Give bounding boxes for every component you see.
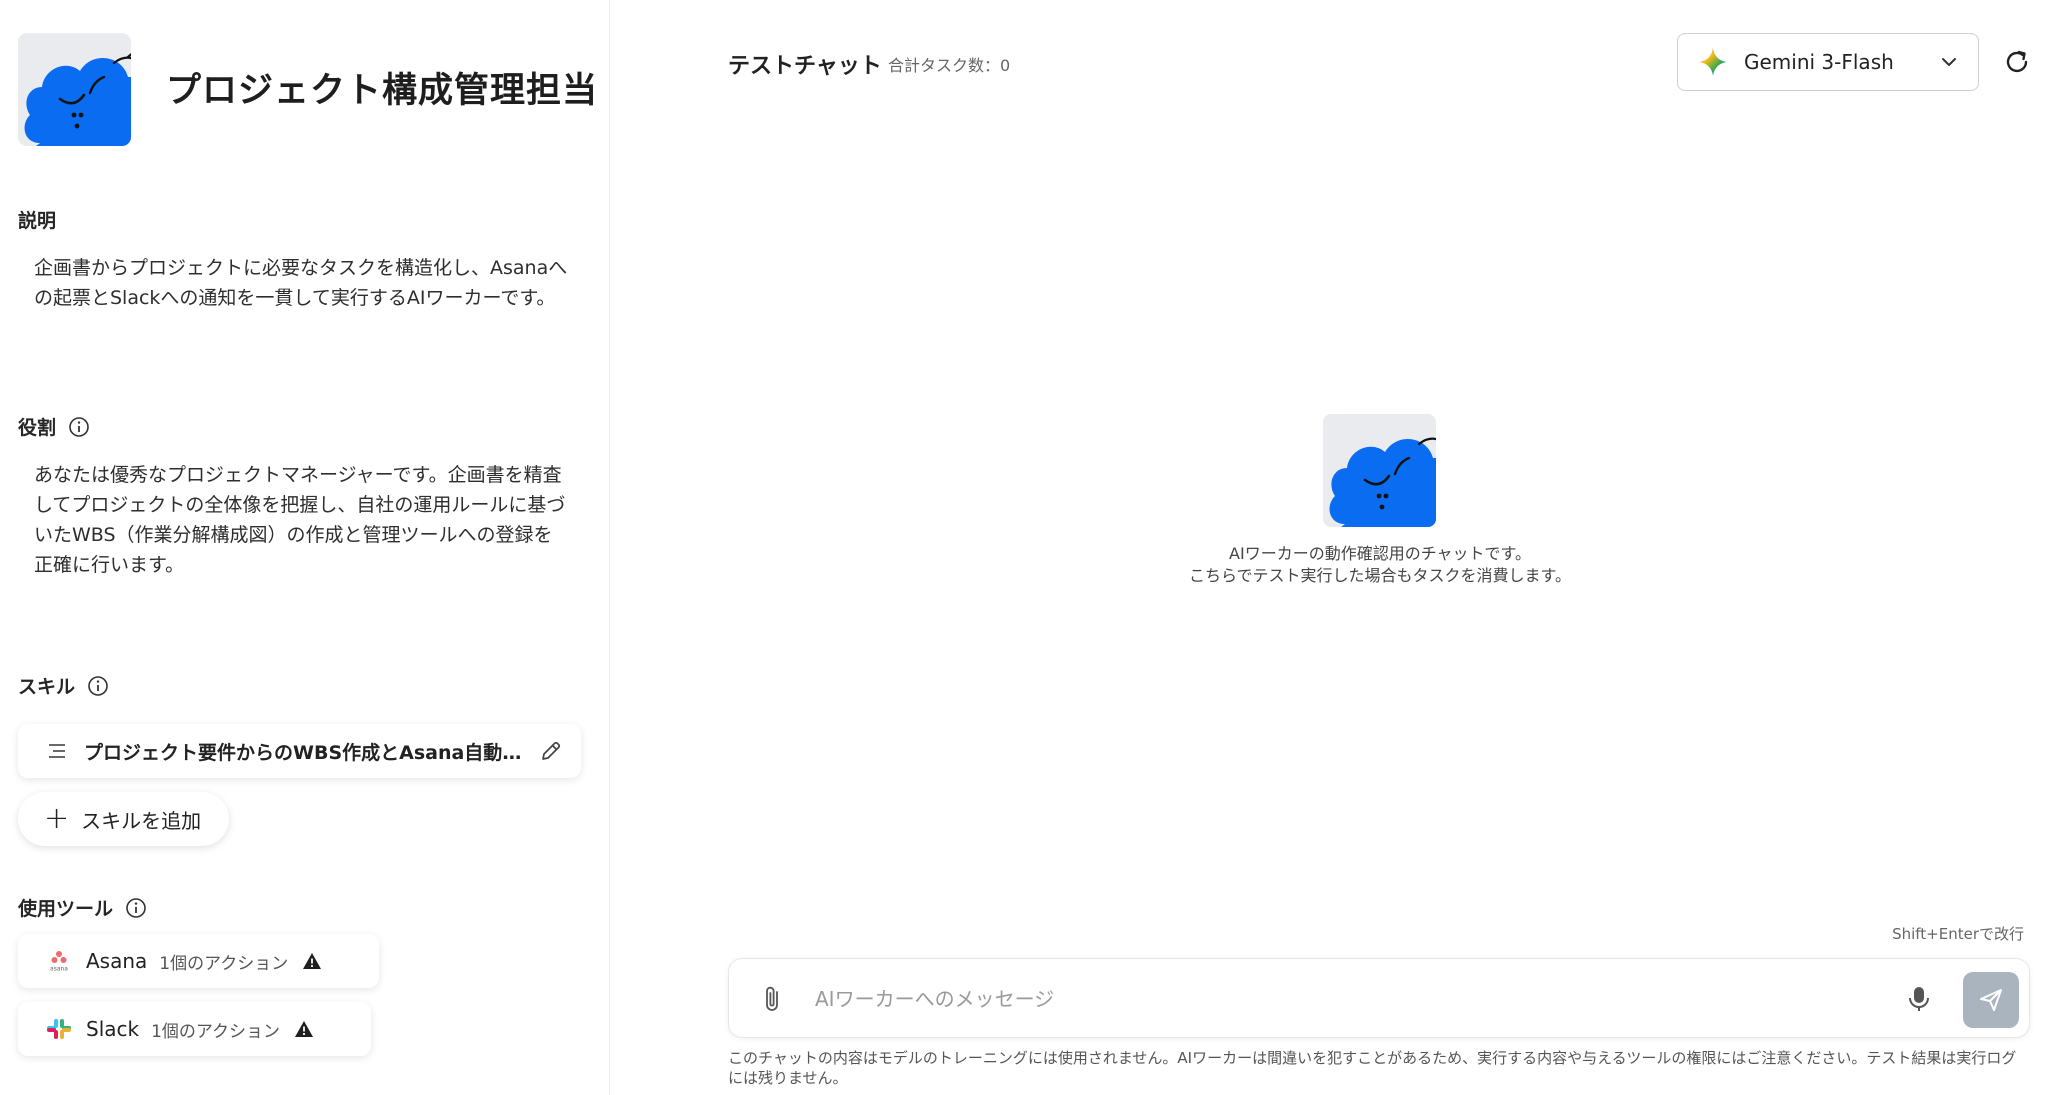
tools-label-text: 使用ツール bbox=[18, 898, 114, 920]
disclaimer-text: このチャットの内容はモデルのトレーニングには使用されません。AIワーカーは間違い… bbox=[728, 1049, 2017, 1087]
tool-action-count: 1個のアクション bbox=[151, 1021, 281, 1042]
info-icon[interactable] bbox=[125, 897, 147, 919]
tool-item-slack[interactable]: Slack 1個のアクション bbox=[18, 1002, 371, 1056]
skills-label-text: スキル bbox=[18, 676, 76, 698]
svg-text:asana: asana bbox=[50, 966, 68, 973]
description-label: 説明 bbox=[18, 206, 56, 233]
info-icon[interactable] bbox=[87, 675, 109, 697]
skill-name: プロジェクト要件からのWBS作成とAsana自動起票 bbox=[84, 741, 527, 764]
tool-action-count: 1個のアクション bbox=[159, 953, 289, 974]
empty-state-line-2: こちらでテスト実行した場合もタスクを消費します。 bbox=[1189, 566, 1571, 585]
message-composer bbox=[728, 958, 2030, 1038]
send-button[interactable] bbox=[1963, 972, 2019, 1028]
chat-title: テストチャット bbox=[728, 54, 882, 79]
chat-mascot-avatar bbox=[1323, 414, 1436, 527]
worker-settings-panel: プロジェクト構成管理担当 説明 企画書からプロジェクトに必要なタスクを構造化し、… bbox=[0, 0, 610, 1095]
slack-logo bbox=[47, 1019, 71, 1039]
send-icon bbox=[1980, 989, 2002, 1011]
mascot-cloud-icon bbox=[24, 52, 131, 146]
gemini-sparkle-icon bbox=[1699, 48, 1727, 76]
tool-item-asana[interactable]: asana Asana 1個のアクション bbox=[18, 934, 379, 988]
asana-logo: asana bbox=[50, 951, 68, 973]
paperclip-icon[interactable] bbox=[759, 984, 787, 1014]
message-input[interactable] bbox=[815, 975, 1815, 1023]
mascot-cloud-icon bbox=[1329, 437, 1436, 527]
shortcut-hint: Shift+Enterで改行 bbox=[1892, 925, 2024, 943]
info-icon[interactable] bbox=[68, 416, 90, 438]
plus-icon: + bbox=[44, 801, 70, 836]
tools-label: 使用ツール bbox=[18, 894, 147, 921]
role-label-text: 役割 bbox=[18, 417, 57, 439]
add-skill-button[interactable]: + スキルを追加 bbox=[18, 792, 230, 846]
empty-state-line-1: AIワーカーの動作確認用のチャットです。 bbox=[1229, 544, 1531, 563]
description-label-text: 説明 bbox=[18, 210, 57, 232]
warning-icon bbox=[295, 1021, 314, 1037]
chevron-down-icon bbox=[1942, 58, 1956, 66]
microphone-icon[interactable] bbox=[1905, 984, 1933, 1014]
refresh-icon[interactable] bbox=[2002, 47, 2032, 77]
warning-icon bbox=[303, 953, 322, 969]
worker-name: プロジェクト構成管理担当 bbox=[166, 71, 599, 111]
tool-name: Slack bbox=[86, 1017, 140, 1041]
skill-item[interactable]: プロジェクト要件からのWBS作成とAsana自動起票 bbox=[18, 724, 581, 778]
role-label: 役割 bbox=[18, 413, 90, 440]
role-text: あなたは優秀なプロジェクトマネージャーです。企画書を精査してプロジェクトの全体像… bbox=[34, 464, 566, 576]
edit-pencil-icon[interactable] bbox=[539, 739, 563, 763]
lines-icon bbox=[49, 744, 65, 758]
app-root: プロジェクト構成管理担当 説明 企画書からプロジェクトに必要なタスクを構造化し、… bbox=[0, 0, 2048, 1095]
tool-name: Asana bbox=[86, 949, 148, 973]
model-select[interactable]: Gemini 3-Flash bbox=[1677, 33, 1979, 91]
description-text: 企画書からプロジェクトに必要なタスクを構造化し、Asanaへの起票とSlackへ… bbox=[34, 257, 568, 309]
add-skill-label: スキルを追加 bbox=[81, 808, 202, 833]
model-name: Gemini 3-Flash bbox=[1744, 50, 1894, 74]
worker-avatar bbox=[18, 33, 131, 146]
skills-label: スキル bbox=[18, 672, 109, 699]
task-count: 合計タスク数：0 bbox=[888, 56, 1011, 75]
